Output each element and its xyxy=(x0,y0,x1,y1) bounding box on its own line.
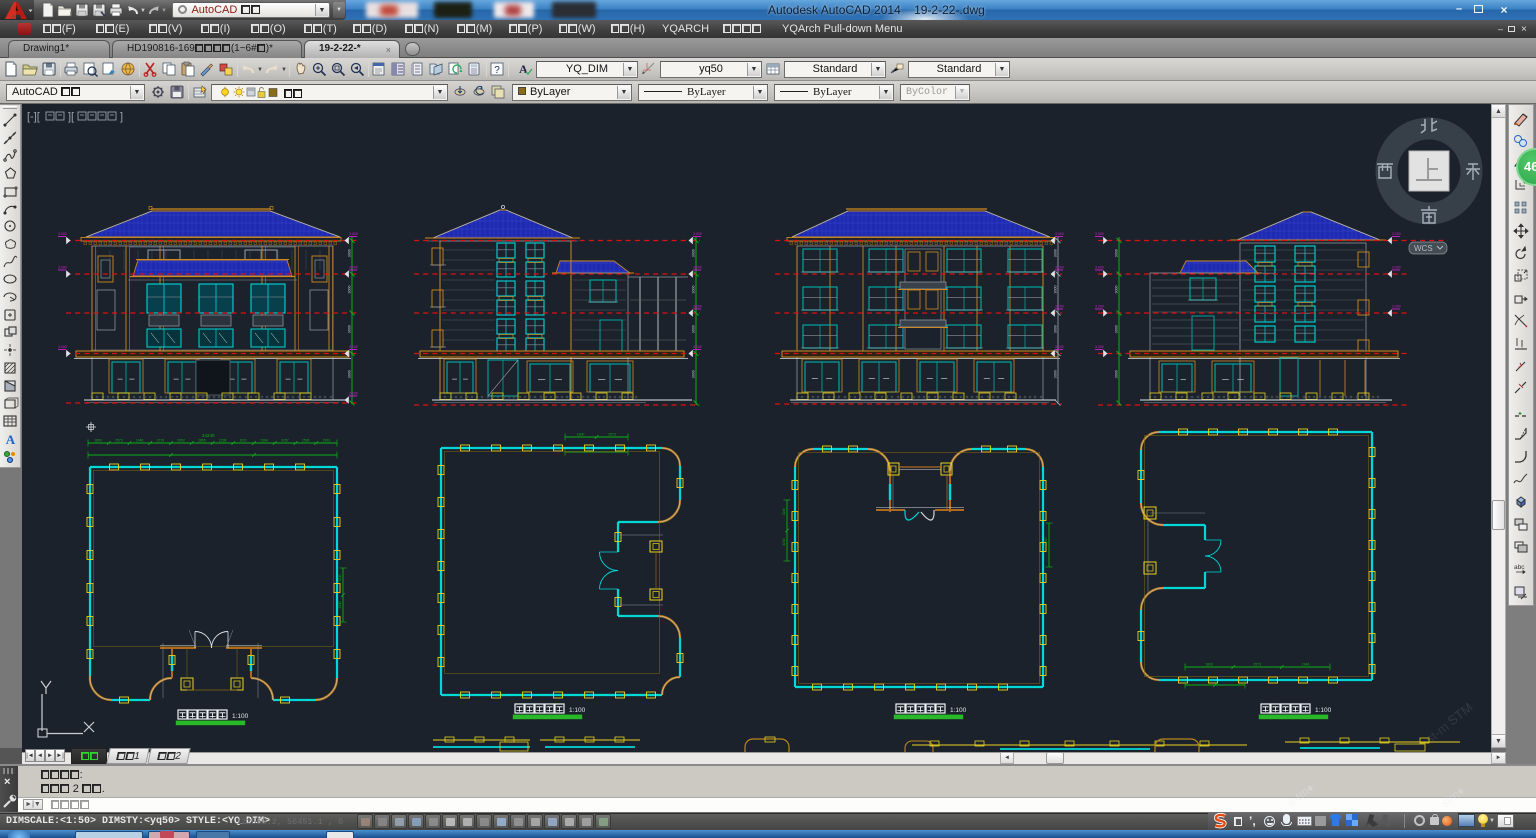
svg-text:3.000: 3.000 xyxy=(1095,345,1104,349)
svg-text:3240: 3240 xyxy=(782,538,786,546)
svg-text:?: ? xyxy=(494,65,500,76)
svg-text:1:100: 1:100 xyxy=(1315,707,1332,714)
svg-text:3000: 3000 xyxy=(1115,286,1119,294)
svg-text:3.000: 3.000 xyxy=(1392,232,1401,236)
svg-text:3.000: 3.000 xyxy=(1055,345,1064,349)
svg-text:3240: 3240 xyxy=(1044,537,1048,545)
svg-text:3.000: 3.000 xyxy=(1055,232,1064,236)
svg-text:3000: 3000 xyxy=(692,249,696,257)
svg-text:2865: 2865 xyxy=(198,439,206,443)
svg-text:2573: 2573 xyxy=(115,439,123,443)
svg-text:3.000: 3.000 xyxy=(1095,232,1104,236)
svg-text:3.000: 3.000 xyxy=(58,232,67,236)
svg-text:1:100: 1:100 xyxy=(950,707,967,714)
svg-text:3000: 3000 xyxy=(1054,370,1058,378)
svg-text:3.000: 3.000 xyxy=(693,305,702,309)
svg-text:3.000: 3.000 xyxy=(1392,305,1401,309)
svg-text:WCS: WCS xyxy=(1414,244,1433,253)
svg-text:1903: 1903 xyxy=(323,439,331,443)
svg-text:3.000: 3.000 xyxy=(1055,266,1064,270)
svg-text:][: ][ xyxy=(68,111,74,123)
svg-text:3157: 3157 xyxy=(281,439,289,443)
svg-text:3.000: 3.000 xyxy=(58,345,67,349)
svg-text:]: ] xyxy=(120,111,123,123)
svg-text:A: A xyxy=(6,432,16,447)
svg-text:A: A xyxy=(519,62,528,76)
svg-text:3000: 3000 xyxy=(348,286,352,294)
svg-text:3000: 3000 xyxy=(348,370,352,378)
svg-text:2719: 2719 xyxy=(157,439,165,443)
svg-text:3240: 3240 xyxy=(338,601,342,609)
svg-text:2573: 2573 xyxy=(1254,663,1262,667)
svg-text:3.000: 3.000 xyxy=(1095,266,1104,270)
svg-text:3000: 3000 xyxy=(1054,286,1058,294)
svg-text:1800: 1800 xyxy=(1205,663,1213,667)
svg-text:[-][: [-][ xyxy=(27,111,40,123)
svg-text:3.000: 3.000 xyxy=(1095,305,1104,309)
svg-text:3.000: 3.000 xyxy=(1055,305,1064,309)
svg-text:3.000: 3.000 xyxy=(58,266,67,270)
svg-text:3000: 3000 xyxy=(692,370,696,378)
svg-text:3.000: 3.000 xyxy=(693,232,702,236)
svg-text:3000: 3000 xyxy=(348,249,352,257)
svg-text:3000: 3000 xyxy=(692,286,696,294)
svg-text:abc: abc xyxy=(1514,564,1525,571)
svg-text:3.000: 3.000 xyxy=(693,266,702,270)
svg-text:2573: 2573 xyxy=(608,433,616,437)
svg-text:3000: 3000 xyxy=(1115,325,1119,333)
svg-text:1:100: 1:100 xyxy=(569,707,586,714)
svg-text:3240: 3240 xyxy=(338,574,342,582)
svg-text:1946: 1946 xyxy=(1302,663,1310,667)
svg-text:3000: 3000 xyxy=(1054,325,1058,333)
svg-text:3.000: 3.000 xyxy=(349,345,358,349)
svg-text:3000: 3000 xyxy=(1115,370,1119,378)
svg-text:3000: 3000 xyxy=(1115,249,1119,257)
svg-text:3.000: 3.000 xyxy=(693,345,702,349)
svg-text:3000: 3000 xyxy=(692,325,696,333)
svg-text:2384: 2384 xyxy=(260,439,268,443)
svg-text:3240: 3240 xyxy=(782,508,786,516)
svg-text:1:100: 1:100 xyxy=(232,713,249,720)
svg-text:3011: 3011 xyxy=(240,439,247,443)
svg-text:2092: 2092 xyxy=(177,439,185,443)
svg-text:3.000: 3.000 xyxy=(349,392,358,396)
svg-text:3.000: 3.000 xyxy=(349,266,358,270)
svg-text:1800: 1800 xyxy=(577,433,585,437)
svg-text:3.000: 3.000 xyxy=(349,232,358,236)
svg-text:3000: 3000 xyxy=(348,325,352,333)
svg-text:3.000: 3.000 xyxy=(1392,266,1401,270)
svg-text:2238: 2238 xyxy=(219,439,227,443)
svg-text:1946: 1946 xyxy=(136,439,144,443)
svg-text:3000: 3000 xyxy=(1054,249,1058,257)
svg-text:24240: 24240 xyxy=(202,433,215,438)
svg-text:2530: 2530 xyxy=(302,439,310,443)
svg-text:1800: 1800 xyxy=(94,439,102,443)
